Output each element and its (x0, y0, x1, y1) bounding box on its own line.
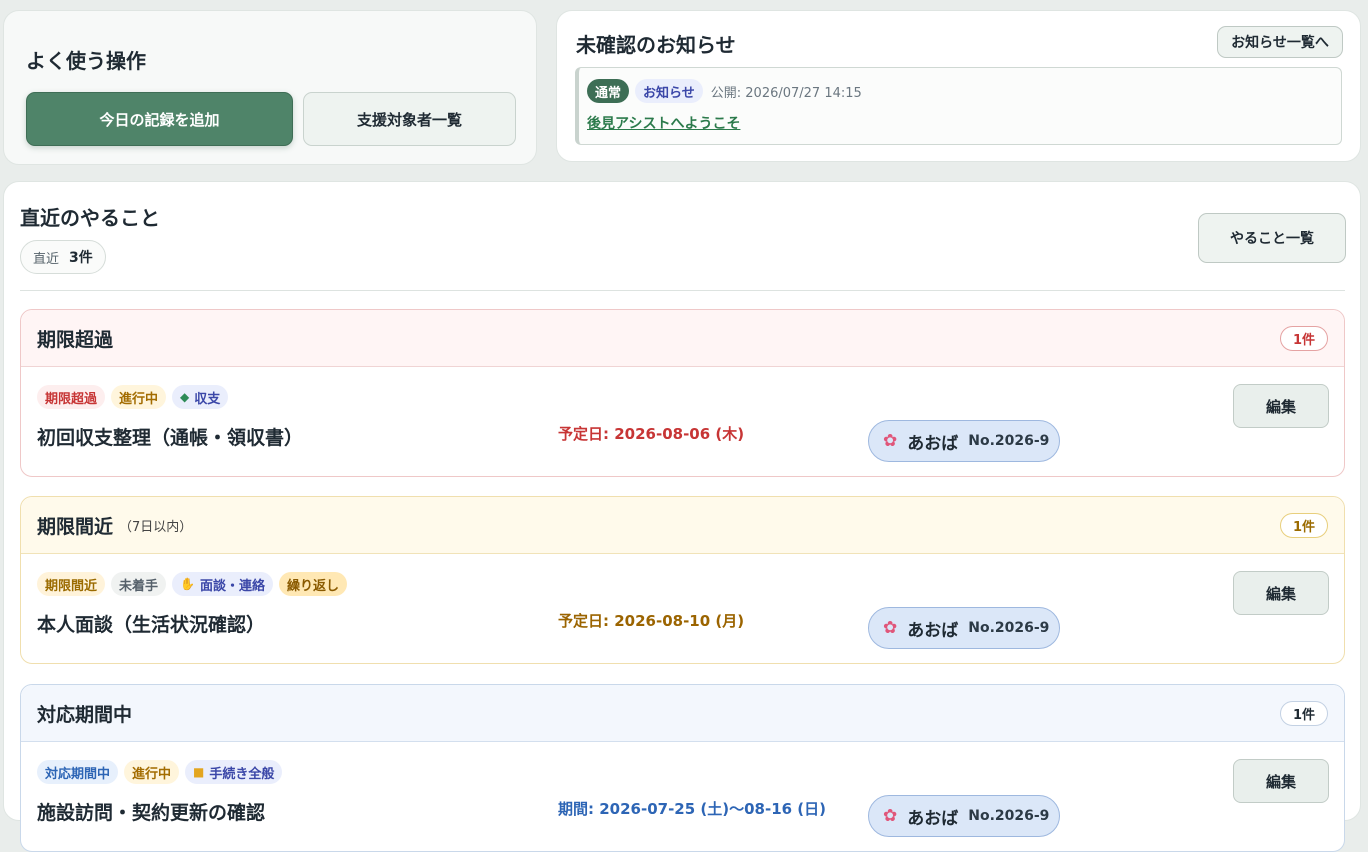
divider (20, 290, 1345, 291)
group-overdue: 期限超過 1件 期限超過 進行中 ◆ 収支 初回収支整理（通帳・領収書） 予定日… (20, 309, 1345, 477)
person-name: あおば (907, 620, 959, 641)
group-title: 期限超過 (37, 328, 114, 351)
client-list-button[interactable]: 支援対象者一覧 (303, 92, 516, 146)
status-tag: 対応期間中 (37, 760, 119, 784)
flower-icon: ✿ (883, 806, 898, 826)
folder-icon: ■ (193, 765, 205, 779)
group-subtitle: （7日以内） (119, 519, 193, 535)
group-count: 1件 (1279, 513, 1328, 538)
status-tag: 期限超過 (37, 385, 106, 409)
flower-icon: ✿ (883, 431, 898, 451)
notice-type-badge: 通常 (587, 79, 630, 103)
task-due-date: 予定日: 2026-08-10 (月) (558, 612, 745, 630)
notice-published-date: 公開: 2026/07/27 14:15 (710, 85, 862, 101)
category-tag: ■ 手続き全般 (185, 760, 283, 784)
group-count: 1件 (1279, 701, 1328, 726)
add-today-record-button[interactable]: 今日の記録を追加 (26, 92, 293, 146)
task-due-date: 予定日: 2026-08-06 (木) (558, 425, 745, 443)
category-tag: ✋ 面談・連絡 (172, 572, 273, 596)
notices-title: 未確認のお知らせ (576, 33, 736, 57)
progress-tag: 進行中 (124, 760, 180, 784)
person-number: No.2026-9 (968, 620, 1050, 636)
task-tags: 期限超過 進行中 ◆ 収支 (37, 385, 229, 409)
group-header: 期限間近 （7日以内） 1件 (21, 497, 1344, 554)
person-number: No.2026-9 (968, 433, 1050, 449)
group-title: 対応期間中 (37, 703, 133, 726)
task-title[interactable]: 施設訪問・契約更新の確認 (37, 798, 265, 825)
progress-tag: 未着手 (111, 572, 167, 596)
person-name: あおば (907, 433, 959, 454)
task-tags: 対応期間中 進行中 ■ 手続き全般 (37, 760, 283, 784)
task-tags: 期限間近 未着手 ✋ 面談・連絡 繰り返し (37, 572, 348, 596)
flower-icon: ✿ (883, 618, 898, 638)
category-label: 面談・連絡 (199, 578, 265, 594)
notice-list-button[interactable]: お知らせ一覧へ (1217, 26, 1343, 58)
edit-button[interactable]: 編集 (1233, 384, 1329, 428)
notice-link[interactable]: 後見アシストへようこそ (587, 113, 740, 133)
group-header: 対応期間中 1件 (21, 685, 1344, 742)
money-icon: ◆ (180, 390, 190, 404)
notice-item: 通常 お知らせ 公開: 2026/07/27 14:15 後見アシストへようこそ (575, 67, 1342, 145)
todo-count-chip: 直近 3件 (20, 240, 106, 274)
category-label: 手続き全般 (209, 766, 275, 782)
todo-count-value: 3件 (69, 250, 93, 266)
handshake-icon: ✋ (180, 577, 195, 591)
group-due-soon: 期限間近 （7日以内） 1件 期限間近 未着手 ✋ 面談・連絡 繰り返し 本人面… (20, 496, 1345, 664)
quick-actions-card: よく使う操作 今日の記録を追加 支援対象者一覧 (3, 10, 537, 165)
repeat-tag: 繰り返し (279, 572, 348, 596)
notice-kind-badge: お知らせ (635, 79, 703, 103)
status-tag: 期限間近 (37, 572, 106, 596)
edit-button[interactable]: 編集 (1233, 759, 1329, 803)
quick-actions-title: よく使う操作 (26, 49, 146, 73)
task-due-date: 期間: 2026-07-25 (土)〜08-16 (日) (558, 800, 827, 818)
todo-title: 直近のやること (20, 206, 160, 230)
progress-tag: 進行中 (111, 385, 167, 409)
task-title[interactable]: 本人面談（生活状況確認） (37, 610, 265, 637)
todo-count-label: 直近 (33, 251, 60, 267)
category-label: 収支 (194, 391, 221, 407)
group-in-period: 対応期間中 1件 対応期間中 進行中 ■ 手続き全般 施設訪問・契約更新の確認 … (20, 684, 1345, 852)
todo-list-button[interactable]: やること一覧 (1198, 213, 1346, 263)
task-title[interactable]: 初回収支整理（通帳・領収書） (37, 423, 303, 450)
category-tag: ◆ 収支 (172, 385, 229, 409)
person-chip[interactable]: ✿ あおば No.2026-9 (868, 420, 1060, 462)
recent-todo-card: 直近のやること 直近 3件 やること一覧 期限超過 1件 期限超過 進行中 ◆ … (3, 181, 1361, 852)
group-count: 1件 (1279, 326, 1328, 351)
person-name: あおば (907, 808, 959, 829)
person-chip[interactable]: ✿ あおば No.2026-9 (868, 607, 1060, 649)
person-number: No.2026-9 (968, 808, 1050, 824)
group-header: 期限超過 1件 (21, 310, 1344, 367)
unread-notices-card: 未確認のお知らせ お知らせ一覧へ 通常 お知らせ 公開: 2026/07/27 … (556, 10, 1361, 162)
group-title: 期限間近 (37, 515, 114, 538)
person-chip[interactable]: ✿ あおば No.2026-9 (868, 795, 1060, 837)
edit-button[interactable]: 編集 (1233, 571, 1329, 615)
